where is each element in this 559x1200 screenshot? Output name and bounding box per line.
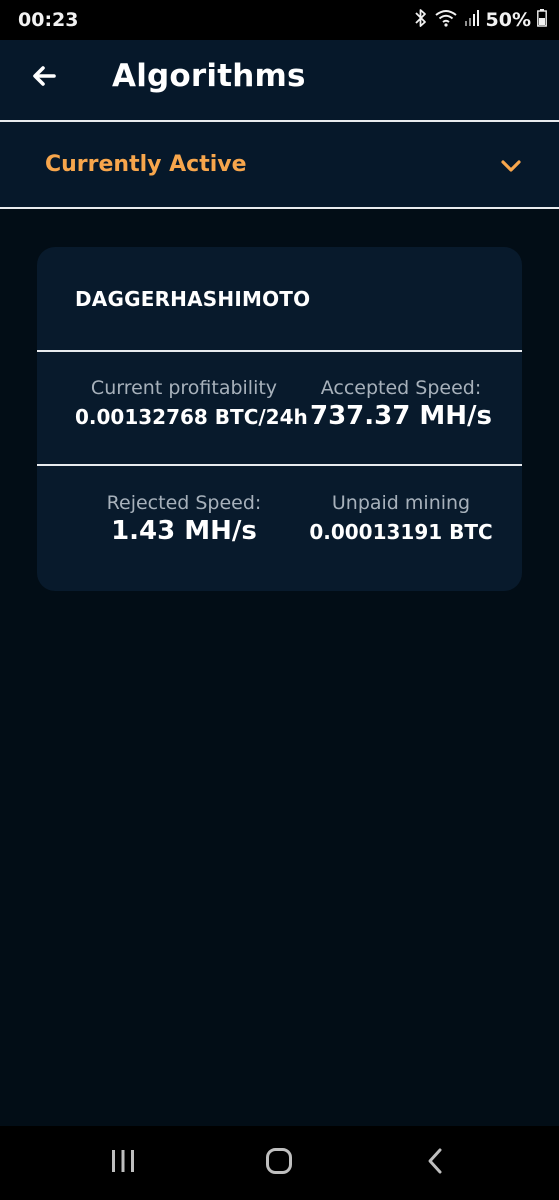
card-divider-bottom: [37, 464, 522, 466]
status-icons: 50%: [414, 8, 547, 32]
page-title: Algorithms: [112, 58, 306, 94]
card-divider-top: [37, 350, 522, 352]
home-icon: [265, 1147, 293, 1179]
current-profitability-label: Current profitability: [90, 377, 278, 399]
current-profitability-stat: Current profitability 0.00132768 BTC/24h: [75, 377, 308, 429]
status-time: 00:23: [18, 9, 79, 31]
system-nav-bar: [0, 1126, 559, 1200]
battery-percent: 50%: [485, 9, 531, 31]
current-profitability-value: 0.00132768 BTC/24h: [75, 405, 308, 429]
wifi-icon: [434, 8, 458, 32]
unpaid-mining-label: Unpaid mining: [331, 492, 471, 514]
home-button[interactable]: [259, 1146, 299, 1180]
chevron-down-icon: [499, 154, 523, 178]
back-icon: [425, 1147, 445, 1179]
rejected-speed-value: 1.43 MH/s: [111, 516, 257, 546]
algorithm-name: DAGGERHASHIMOTO: [75, 287, 311, 311]
unpaid-mining-stat: Unpaid mining 0.00013191 BTC: [303, 492, 499, 544]
bluetooth-icon: [414, 8, 428, 32]
filter-divider: [0, 207, 559, 209]
recent-apps-button[interactable]: [103, 1146, 143, 1180]
rejected-speed-label: Rejected Speed:: [106, 492, 262, 514]
algorithm-filter-dropdown[interactable]: Currently Active: [0, 122, 559, 208]
status-bar: 00:23 50%: [0, 0, 559, 40]
arrow-left-icon: [32, 65, 56, 91]
signal-icon: [464, 9, 480, 31]
unpaid-mining-value: 0.00013191 BTC: [309, 520, 493, 544]
algorithm-card[interactable]: DAGGERHASHIMOTO Current profitability 0.…: [37, 247, 522, 591]
accepted-speed-label: Accepted Speed:: [320, 377, 482, 399]
system-back-button[interactable]: [415, 1146, 455, 1180]
accepted-speed-stat: Accepted Speed: 737.37 MH/s: [303, 377, 499, 431]
back-button[interactable]: [28, 62, 60, 94]
filter-label: Currently Active: [45, 152, 247, 177]
rejected-speed-stat: Rejected Speed: 1.43 MH/s: [85, 492, 283, 546]
accepted-speed-value: 737.37 MH/s: [310, 401, 492, 431]
battery-icon: [537, 9, 547, 31]
recent-apps-icon: [109, 1148, 137, 1178]
app-bar: Algorithms: [0, 40, 559, 120]
